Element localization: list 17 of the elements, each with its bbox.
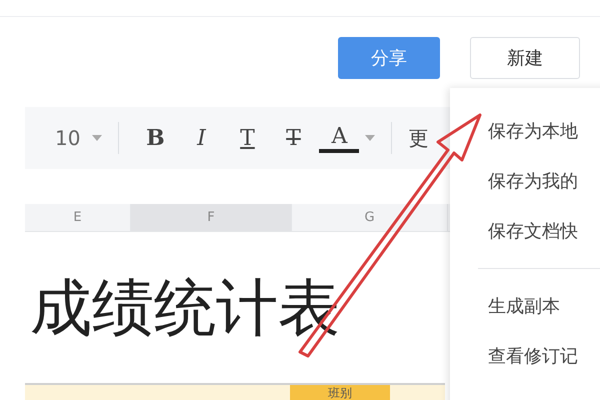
caret-icon [92,135,102,141]
font-size-select[interactable]: 10 [55,126,102,150]
strike-button[interactable]: T [273,126,314,150]
more-button[interactable]: 更 [408,124,428,152]
caret-icon [365,135,376,141]
menu-item[interactable]: 生成副本 [450,281,600,331]
bold-button[interactable]: B [135,125,176,151]
underline-button[interactable]: T [227,126,268,150]
table-cell: 班别 [290,385,390,400]
menu-item[interactable]: 查看修订记 [450,331,600,381]
color-button[interactable]: A [319,124,360,152]
menu-item[interactable]: 保存为本地 [450,106,600,156]
italic-button[interactable]: I [181,126,222,150]
menu-item[interactable]: 保存为我的 [450,156,600,206]
menu-item[interactable]: 保存文档快 [450,206,600,256]
sheet-title: 成绩统计表 [30,272,340,344]
new-button[interactable]: 新建 [470,37,580,79]
